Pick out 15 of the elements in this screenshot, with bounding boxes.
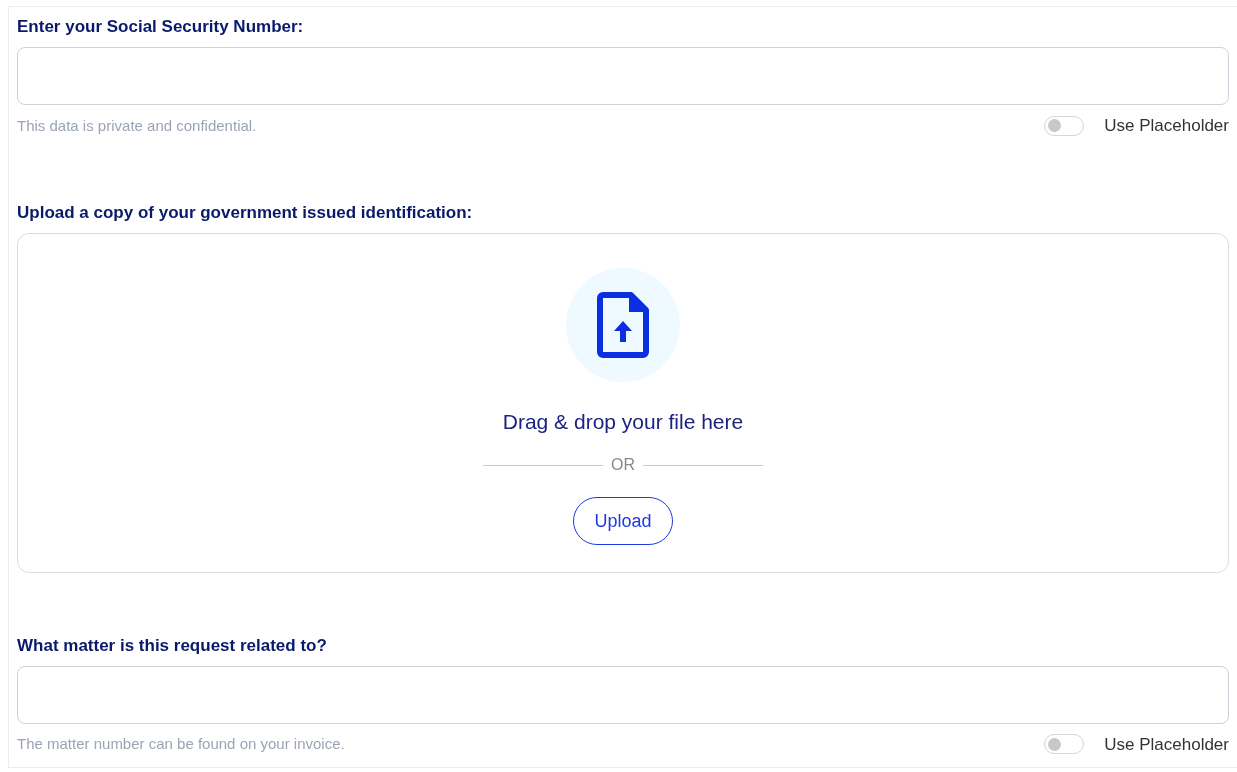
file-upload-icon bbox=[597, 291, 649, 358]
toggle-switch[interactable] bbox=[1044, 734, 1085, 755]
input-field[interactable] bbox=[17, 47, 1229, 105]
field-label: Upload a copy of your government issued identification: bbox=[17, 201, 474, 224]
field-label: What matter is this request related to? bbox=[17, 634, 328, 657]
field-hint: The matter number can be found on your invoice. bbox=[17, 734, 345, 754]
toggle-switch[interactable] bbox=[1044, 115, 1085, 136]
field-hint: This data is private and confidential. bbox=[17, 115, 257, 136]
dropzone-prompt: Drag & drop your file here bbox=[502, 408, 744, 435]
separator-label: OR bbox=[611, 455, 635, 475]
input-field[interactable] bbox=[17, 665, 1229, 724]
field-label: Enter your Social Security Number: bbox=[17, 16, 305, 38]
toggle-label: Use Placeholder bbox=[1104, 115, 1229, 137]
dropzone[interactable]: Drag & drop your file here OR Upload bbox=[17, 232, 1229, 573]
toggle-label: Use Placeholder bbox=[1104, 733, 1229, 756]
